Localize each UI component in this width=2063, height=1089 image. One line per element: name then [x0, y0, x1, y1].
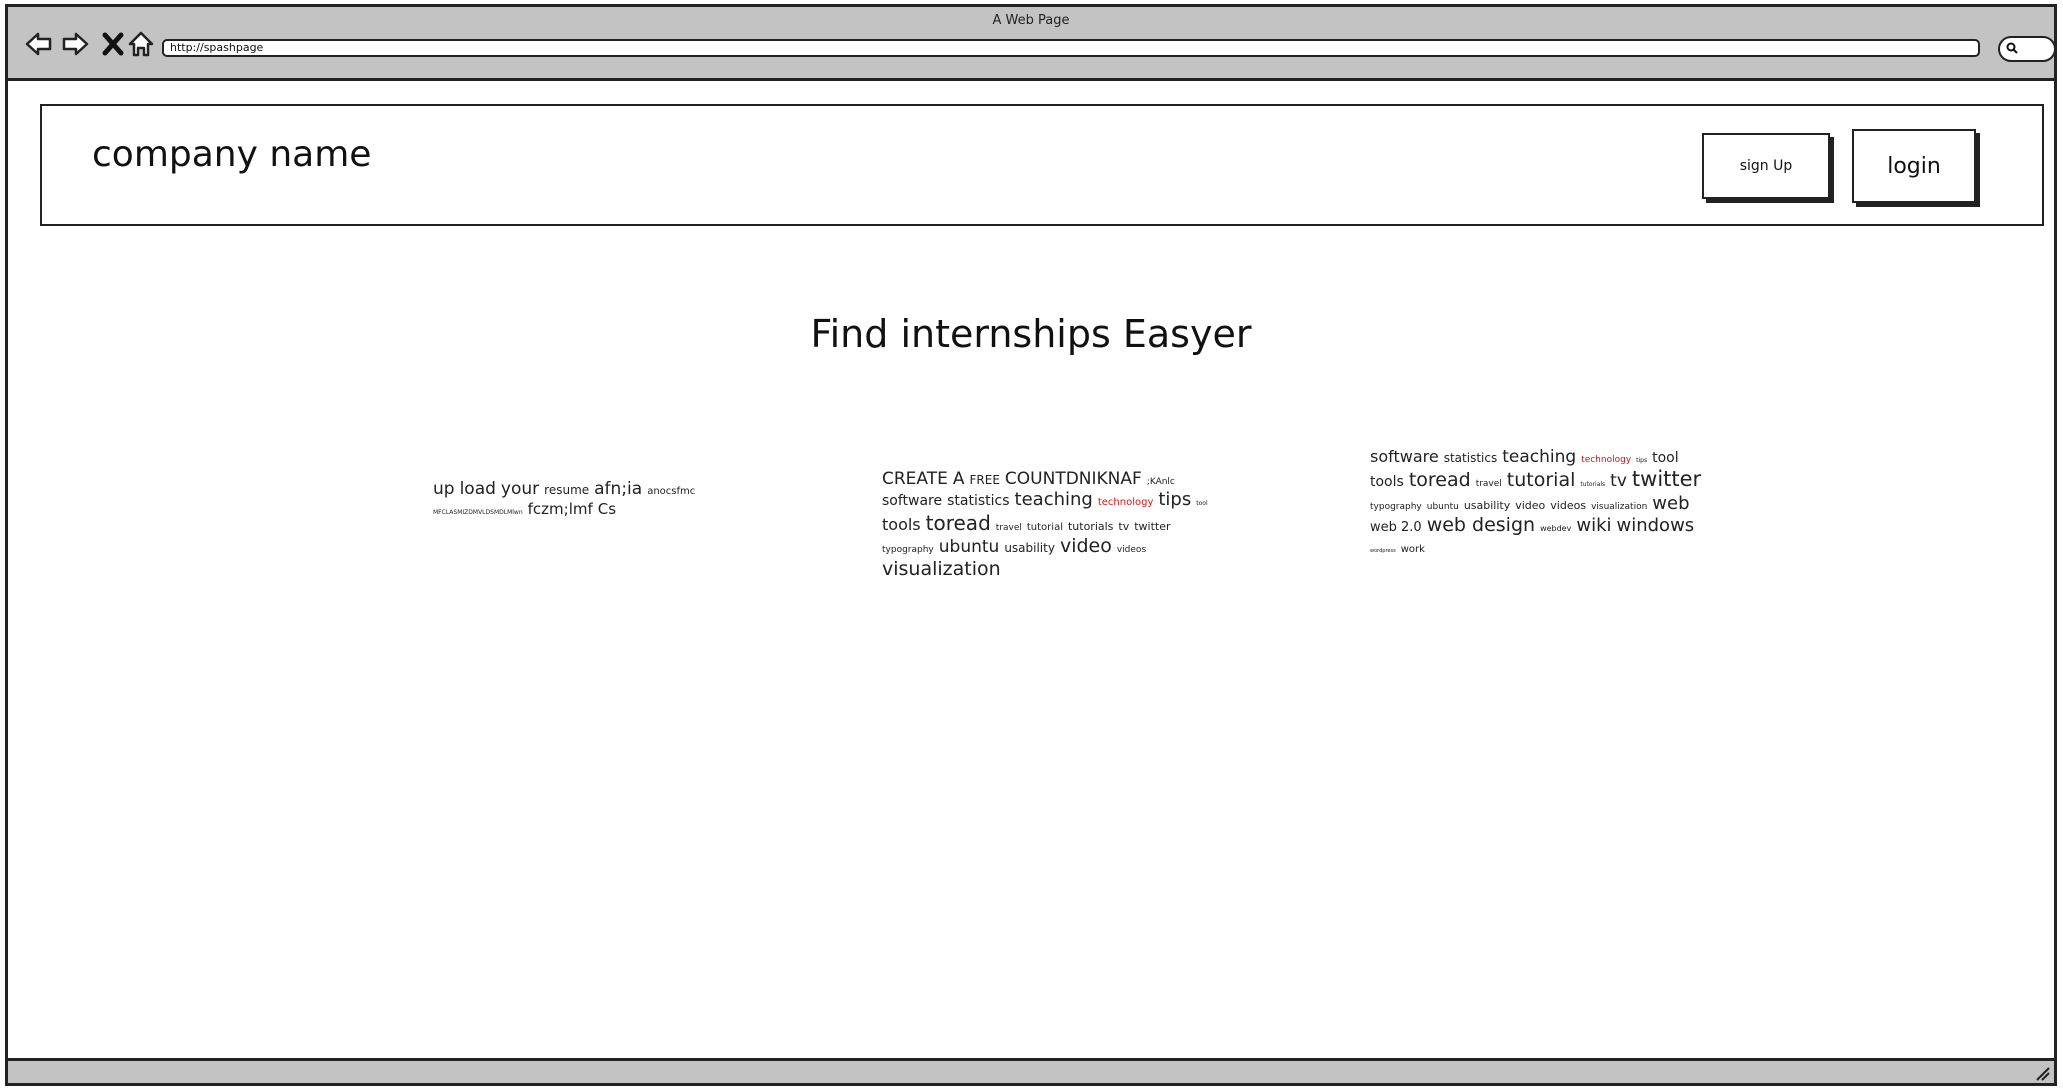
tag-link[interactable]: teaching [1015, 489, 1093, 511]
tag-link[interactable]: software [882, 493, 942, 510]
tag-link[interactable]: FREE [970, 473, 1000, 487]
tag-link[interactable]: tools [1370, 474, 1404, 491]
tag-link[interactable]: travel [1476, 479, 1502, 490]
tag-link[interactable]: load [460, 479, 496, 499]
home-icon[interactable] [126, 29, 156, 59]
tag-link[interactable]: travel [996, 523, 1022, 534]
tag-link[interactable]: tutorials [1580, 481, 1605, 488]
tag-link[interactable]: web [1652, 493, 1689, 515]
tag-link[interactable]: twitter [1134, 520, 1170, 533]
tag-link[interactable]: tutorial [1507, 469, 1576, 492]
tag-link[interactable]: twitter [1632, 467, 1701, 492]
tag-link[interactable]: ubuntu [1427, 502, 1459, 513]
browser-window: A Web Page http://spashpage company name… [5, 4, 2057, 1086]
tag-link[interactable]: afn;ia [594, 479, 642, 499]
tag-link[interactable]: web design [1427, 514, 1535, 537]
tag-link[interactable]: tips [1636, 457, 1647, 464]
tag-cloud-topics: software statistics teaching technology tips… [1370, 447, 1710, 556]
tag-link[interactable]: tv [1118, 520, 1129, 533]
login-button[interactable]: login [1852, 129, 1976, 203]
tag-cloud-create: CREATE A FREE COUNTDNIKNAF ;KAnlc software sta… [882, 469, 1232, 581]
tag-link[interactable]: A [953, 469, 965, 489]
tag-link[interactable]: technology [1581, 455, 1631, 466]
tag-link[interactable]: resume [544, 483, 589, 497]
tag-link[interactable]: tutorials [1068, 520, 1113, 533]
tag-link[interactable]: up [433, 479, 455, 499]
tag-link[interactable]: visualization [882, 558, 1001, 581]
tag-cloud-upload: up load your resume afn;ia anocsfmc MFCLASMIZD… [433, 479, 793, 519]
url-input[interactable]: http://spashpage [162, 39, 1980, 57]
tag-link[interactable]: CREATE [882, 469, 948, 489]
forward-arrow-icon[interactable] [60, 29, 90, 59]
tag-link[interactable]: tips [1158, 489, 1191, 511]
tag-link[interactable]: tv [1610, 471, 1627, 491]
browser-toolbar: A Web Page http://spashpage [8, 7, 2056, 81]
window-title: A Web Page [992, 13, 1070, 28]
tag-link[interactable]: fczm;lmf [528, 500, 593, 518]
search-icon [2006, 42, 2018, 54]
browser-search-field[interactable] [1998, 36, 2056, 62]
tag-link[interactable]: your [501, 479, 539, 499]
tag-link[interactable]: COUNTDNIKNAF [1005, 469, 1142, 489]
tag-link[interactable]: usability [1004, 541, 1055, 555]
tag-link[interactable]: teaching [1502, 447, 1576, 467]
tag-link[interactable]: statistics [1444, 451, 1498, 465]
company-name: company name [92, 134, 372, 175]
tag-link[interactable]: typography [1370, 502, 1422, 513]
tag-link[interactable]: toread [1409, 469, 1471, 492]
tag-link[interactable]: web 2.0 [1370, 520, 1422, 536]
tag-link[interactable]: ;KAnlc [1147, 477, 1175, 488]
stop-x-icon[interactable] [98, 29, 128, 59]
site-header: company name sign Up login [40, 104, 2044, 226]
tag-link[interactable]: visualization [1591, 502, 1647, 513]
tag-link[interactable]: tutorial [1027, 522, 1063, 534]
page-title: Find internships Easyer [810, 312, 1252, 356]
tag-link[interactable]: statistics [947, 493, 1009, 510]
tag-link[interactable]: webdev [1540, 524, 1571, 534]
tag-link[interactable]: wordpress [1370, 548, 1396, 554]
tag-link[interactable]: tools [882, 515, 921, 534]
tag-link[interactable]: tool [1196, 500, 1207, 507]
tag-link[interactable]: videos [1117, 545, 1146, 556]
signup-button[interactable]: sign Up [1702, 133, 1830, 199]
tag-link[interactable]: anocsfmc [647, 486, 695, 498]
tag-link[interactable]: ubuntu [939, 537, 1000, 557]
tag-link[interactable]: videos [1550, 499, 1586, 512]
tag-link[interactable]: tool [1652, 450, 1679, 467]
tag-link[interactable]: toread [926, 511, 991, 535]
tag-link[interactable]: work [1401, 544, 1425, 556]
status-bar [8, 1058, 2054, 1083]
tag-link[interactable]: Cs [598, 500, 616, 518]
tag-link[interactable]: wiki [1576, 515, 1611, 537]
tag-link[interactable]: software [1370, 447, 1439, 466]
tag-link[interactable]: usability [1464, 499, 1510, 512]
tag-link[interactable]: video [1515, 499, 1545, 512]
tag-link[interactable]: windows [1617, 515, 1695, 537]
tag-link[interactable]: video [1060, 535, 1112, 558]
tag-link[interactable]: typography [882, 545, 934, 556]
back-arrow-icon[interactable] [24, 29, 54, 59]
tag-link[interactable]: technology [1098, 497, 1154, 509]
resize-grip-icon[interactable] [2034, 1065, 2050, 1081]
tag-link[interactable]: MFCLASMIZDMVLDSMDLMlwn [433, 509, 523, 516]
